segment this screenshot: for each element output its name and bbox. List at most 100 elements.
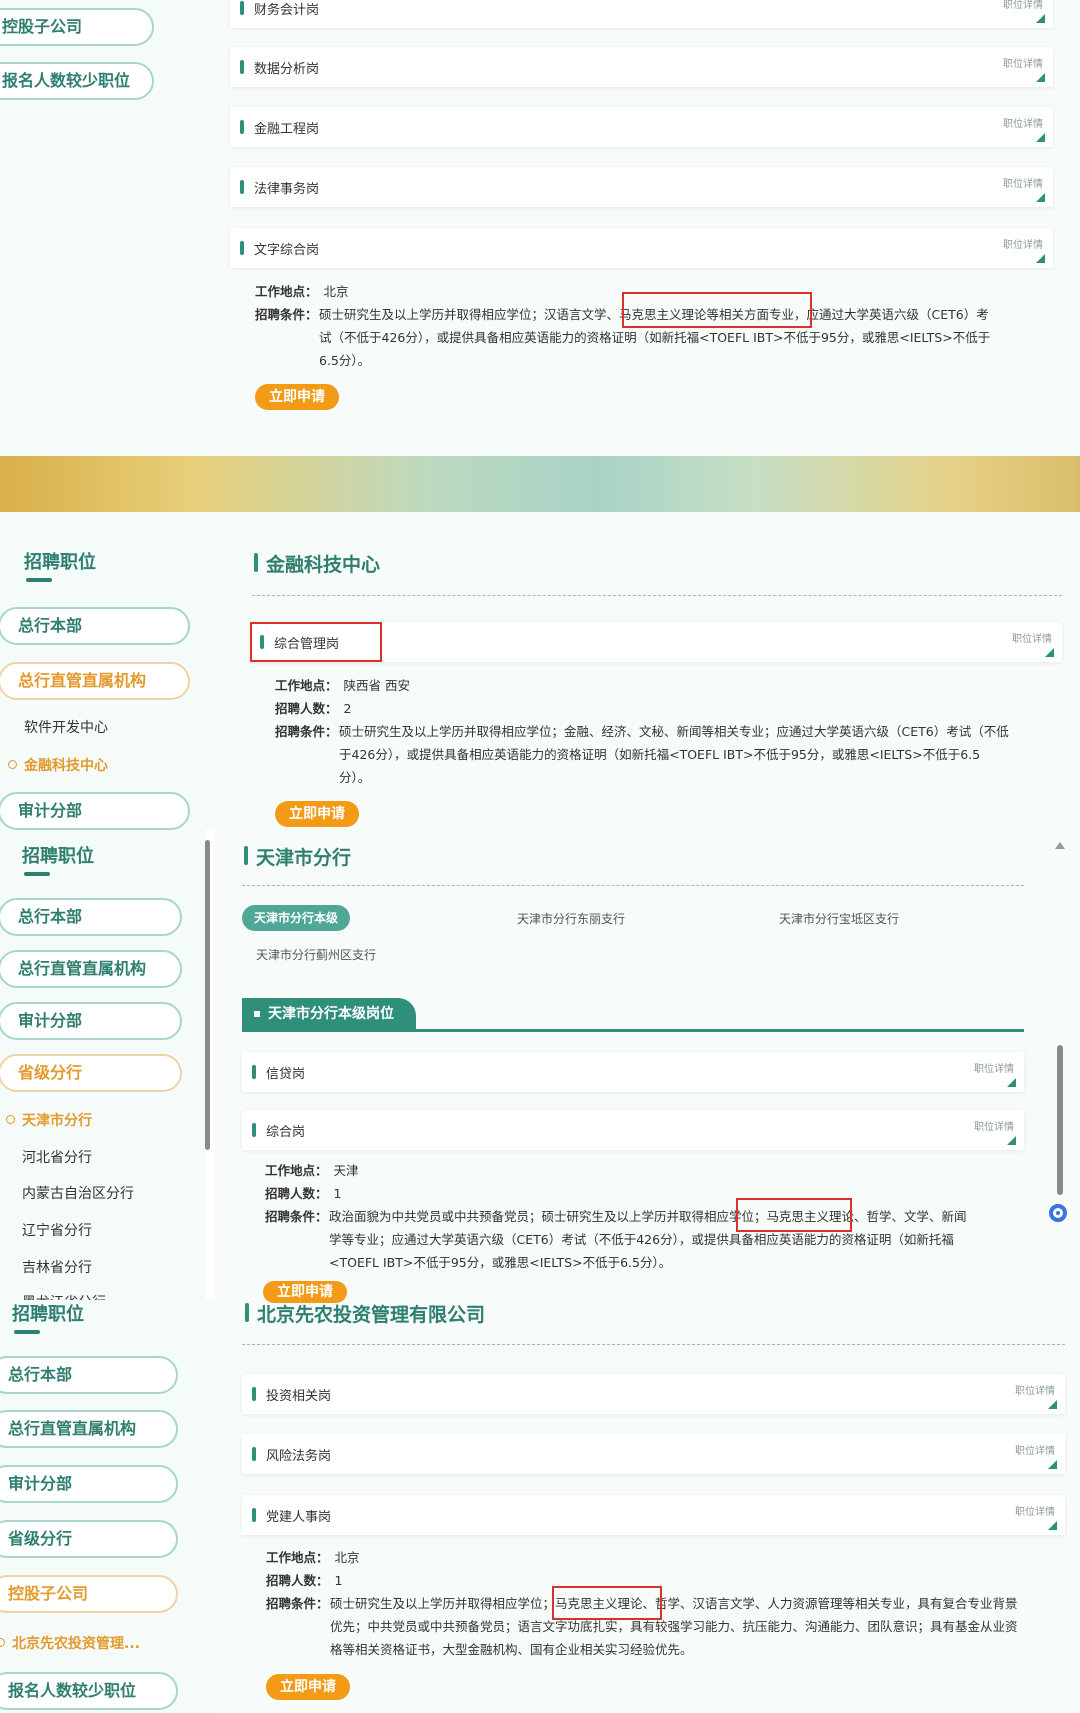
sidebar-item-head-office[interactable]: 总行本部 bbox=[0, 1356, 178, 1394]
branch-tab-dongli[interactable]: 天津市分行东丽支行 bbox=[517, 910, 625, 927]
job-detail-link[interactable]: 职位详情 bbox=[1003, 55, 1043, 70]
job-detail-link[interactable]: 职位详情 bbox=[1012, 630, 1052, 645]
job-bar bbox=[240, 120, 244, 134]
divider bbox=[242, 1344, 1065, 1345]
sidebar-item-directly-managed[interactable]: 总行直管直属机构 bbox=[0, 950, 182, 988]
decorative-banner bbox=[0, 456, 1080, 512]
job-row-data-analysis[interactable]: 数据分析岗 职位详情 bbox=[230, 47, 1053, 87]
sidebar-item-provincial[interactable]: 省级分行 bbox=[0, 1520, 178, 1558]
sidebar-sub-inner-mongolia[interactable]: 内蒙古自治区分行 bbox=[22, 1183, 134, 1203]
job-title: 党建人事岗 bbox=[266, 1510, 332, 1525]
sidebar-scrollbar[interactable] bbox=[205, 840, 210, 1150]
apply-button[interactable]: 立即申请 bbox=[275, 801, 359, 827]
sidebar-item-audit[interactable]: 审计分部 bbox=[0, 1002, 182, 1040]
expand-triangle-icon bbox=[1048, 1460, 1057, 1469]
expand-triangle-icon bbox=[1045, 648, 1054, 657]
expand-triangle-icon bbox=[1036, 193, 1045, 202]
divider bbox=[252, 595, 1062, 596]
job-row-risk-legal[interactable]: 风险法务岗 职位详情 bbox=[242, 1434, 1065, 1474]
job-info-2: 工作地点： 陕西省 西安 招聘人数： 2 招聘条件： 硕士研究生及以上学历并取得相应学… bbox=[275, 674, 1010, 789]
sidebar-sub-fintech[interactable]: 金融科技中心 bbox=[8, 755, 108, 775]
sidebar-sub-heilongjiang[interactable]: 黑龙江省分行 bbox=[22, 1292, 106, 1300]
job-bar bbox=[240, 180, 244, 194]
sidebar-sub-jilin[interactable]: 吉林省分行 bbox=[22, 1257, 92, 1277]
sidebar-item-head-office[interactable]: 总行本部 bbox=[0, 607, 190, 645]
sidebar-sub-software-dev[interactable]: 软件开发中心 bbox=[24, 717, 108, 737]
job-detail-link[interactable]: 职位详情 bbox=[1015, 1503, 1055, 1518]
branch-tab-jizhou[interactable]: 天津市分行蓟州区支行 bbox=[256, 946, 376, 963]
section-3: 招聘职位 总行本部 总行直管直属机构 审计分部 省级分行 天津市分行 河北省分行… bbox=[0, 830, 1080, 1300]
apply-button[interactable]: 立即申请 bbox=[266, 1674, 350, 1700]
expand-triangle-icon bbox=[1036, 133, 1045, 142]
branch-tab-tianjin-main[interactable]: 天津市分行本级 bbox=[242, 905, 351, 931]
job-row-finance-accounting[interactable]: 财务会计岗 职位详情 bbox=[230, 0, 1053, 28]
job-bar bbox=[252, 1447, 256, 1461]
job-row-financial-engineering[interactable]: 金融工程岗 职位详情 bbox=[230, 107, 1053, 147]
sidebar-item-directly-managed[interactable]: 总行直管直属机构 bbox=[0, 1410, 178, 1448]
sidebar-title: 招聘职位 bbox=[12, 1300, 84, 1334]
job-title: 法律事务岗 bbox=[254, 182, 320, 197]
job-title: 文字综合岗 bbox=[254, 243, 320, 258]
job-row-comprehensive[interactable]: 综合岗 职位详情 bbox=[242, 1110, 1024, 1150]
job-title: 风险法务岗 bbox=[266, 1449, 332, 1464]
job-title: 投资相关岗 bbox=[266, 1389, 332, 1404]
section-title: 天津市分行 bbox=[243, 843, 351, 870]
section-title: 北京先农投资管理有限公司 bbox=[244, 1300, 485, 1327]
job-detail-link[interactable]: 职位详情 bbox=[1003, 115, 1043, 130]
work-location: 工作地点： 陕西省 西安 bbox=[275, 678, 410, 693]
main-scrollbar[interactable] bbox=[1057, 1045, 1063, 1195]
subtab-underline bbox=[242, 1029, 1024, 1032]
sidebar-title: 招聘职位 bbox=[22, 842, 94, 876]
expand-triangle-icon bbox=[1048, 1521, 1057, 1530]
recruit-conditions: 招聘条件： 硕士研究生及以上学历并取得相应学位；金融、经济、文秘、新闻等相关专业；… bbox=[275, 724, 1009, 785]
subtab-tianjin-positions[interactable]: 天津市分行本级岗位 bbox=[242, 998, 416, 1030]
job-bar bbox=[240, 60, 244, 74]
sidebar-sub-xiannong[interactable]: 北京先农投资管理... bbox=[0, 1633, 140, 1653]
expand-triangle-icon bbox=[1007, 1078, 1016, 1087]
job-title: 信贷岗 bbox=[266, 1067, 306, 1082]
job-row-credit[interactable]: 信贷岗 职位详情 bbox=[242, 1052, 1024, 1092]
sidebar-item-provincial[interactable]: 省级分行 bbox=[0, 1054, 182, 1092]
job-bar bbox=[252, 1065, 256, 1079]
sidebar-item-fewer-applicants[interactable]: 报名人数较少职位 bbox=[0, 62, 154, 100]
red-highlight-box bbox=[250, 622, 382, 662]
sidebar-item-audit[interactable]: 审计分部 bbox=[0, 1465, 178, 1503]
job-title: 财务会计岗 bbox=[254, 3, 320, 18]
job-detail-link[interactable]: 职位详情 bbox=[974, 1118, 1014, 1133]
sidebar-item-directly-managed[interactable]: 总行直管直属机构 bbox=[0, 662, 190, 700]
expand-triangle-icon bbox=[1048, 1400, 1057, 1409]
float-location-icon[interactable] bbox=[1049, 1204, 1067, 1222]
sidebar-item-head-office[interactable]: 总行本部 bbox=[0, 898, 182, 936]
section-title: 金融科技中心 bbox=[253, 550, 380, 577]
job-detail-link[interactable]: 职位详情 bbox=[1015, 1442, 1055, 1457]
job-detail-link[interactable]: 职位详情 bbox=[1003, 236, 1043, 251]
job-row-party-hr[interactable]: 党建人事岗 职位详情 bbox=[242, 1495, 1065, 1535]
section-4: 招聘职位 总行本部 总行直管直属机构 审计分部 省级分行 控股子公司 北京先农投… bbox=[0, 1300, 1080, 1713]
job-detail-link[interactable]: 职位详情 bbox=[1015, 1382, 1055, 1397]
headcount: 招聘人数： 2 bbox=[275, 701, 352, 716]
divider bbox=[242, 885, 1024, 886]
sidebar-title: 招聘职位 bbox=[24, 548, 96, 582]
sidebar-item-audit[interactable]: 审计分部 bbox=[0, 792, 190, 830]
sidebar-sub-liaoning[interactable]: 辽宁省分行 bbox=[22, 1220, 92, 1240]
job-row-legal-affairs[interactable]: 法律事务岗 职位详情 bbox=[230, 167, 1053, 207]
job-row-investment[interactable]: 投资相关岗 职位详情 bbox=[242, 1374, 1065, 1414]
job-bar bbox=[252, 1508, 256, 1522]
sidebar-sub-hebei[interactable]: 河北省分行 bbox=[22, 1147, 92, 1167]
sidebar-item-fewer-applicants[interactable]: 报名人数较少职位 bbox=[0, 1672, 178, 1710]
work-location: 工作地点： 北京 bbox=[266, 1550, 360, 1565]
apply-button-tianjin[interactable]: 立即申请 bbox=[263, 1281, 347, 1303]
expand-triangle-icon bbox=[1036, 73, 1045, 82]
job-row-writing-comprehensive[interactable]: 文字综合岗 职位详情 bbox=[230, 228, 1053, 268]
job-detail-link[interactable]: 职位详情 bbox=[1003, 0, 1043, 11]
job-detail-link[interactable]: 职位详情 bbox=[974, 1060, 1014, 1075]
branch-tab-baodi[interactable]: 天津市分行宝坻区支行 bbox=[779, 910, 899, 927]
work-location: 工作地点： 天津 bbox=[265, 1163, 359, 1178]
scroll-up-arrow-icon[interactable] bbox=[1055, 842, 1065, 849]
apply-button[interactable]: 立即申请 bbox=[255, 384, 339, 410]
sidebar-item-holding-subsidiary[interactable]: 控股子公司 bbox=[0, 8, 154, 46]
sidebar-item-holding-subsidiary[interactable]: 控股子公司 bbox=[0, 1575, 178, 1613]
sidebar-sub-tianjin[interactable]: 天津市分行 bbox=[6, 1110, 92, 1130]
red-highlight-box bbox=[622, 292, 812, 328]
job-detail-link[interactable]: 职位详情 bbox=[1003, 175, 1043, 190]
